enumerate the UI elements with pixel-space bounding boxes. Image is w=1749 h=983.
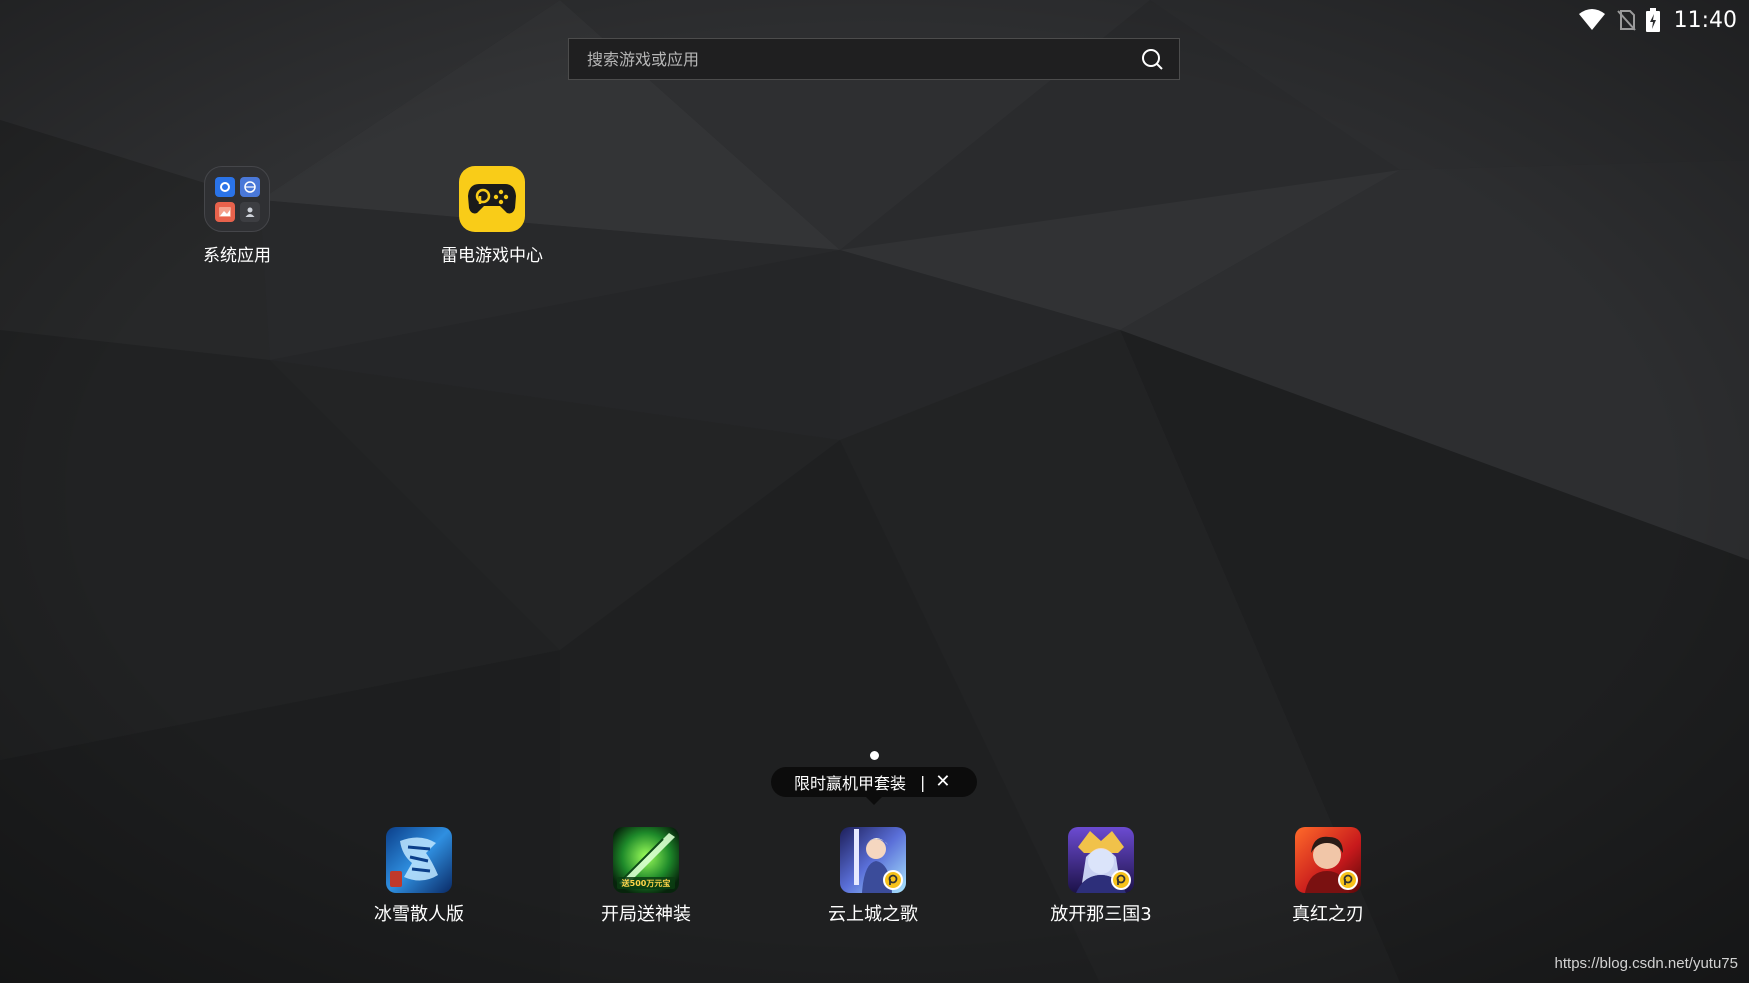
page-indicator-dot — [870, 751, 879, 760]
leidian-game-center-app[interactable]: 雷电游戏中心 — [422, 166, 562, 266]
leidian-badge-icon — [1111, 870, 1131, 890]
wifi-icon — [1578, 9, 1606, 31]
game-icon-zhenhong — [1295, 827, 1361, 893]
app-label: 雷电游戏中心 — [441, 246, 543, 266]
app-label: 放开那三国3 — [1050, 904, 1152, 925]
promo-tooltip-separator: | — [920, 772, 926, 792]
game-icon-kaiju: 送500万元宝 — [613, 827, 679, 893]
game-icon-bingxue — [386, 827, 452, 893]
app-label: 开局送神装 — [601, 904, 691, 925]
game-icon-yunshang — [840, 827, 906, 893]
icon-caption: 送500万元宝 — [621, 879, 671, 888]
dock-app-yunshang[interactable]: 云上城之歌 — [798, 827, 948, 926]
search-input[interactable] — [569, 38, 1125, 80]
battery-charging-icon — [1645, 8, 1660, 32]
dock-app-bingxue[interactable]: 冰雪散人版 — [344, 827, 494, 926]
app-label: 系统应用 — [203, 246, 271, 266]
dock-app-kaiju[interactable]: 送500万元宝 开局送神装 — [571, 827, 721, 926]
promo-tooltip-text: 限时赢机甲套装 — [794, 774, 907, 793]
search-icon[interactable] — [1125, 39, 1179, 79]
close-icon[interactable]: ✕ — [935, 773, 950, 791]
system-apps-folder[interactable]: 系统应用 — [167, 166, 307, 266]
folder-icon — [204, 166, 270, 232]
search-bar — [568, 38, 1180, 80]
app-label: 冰雪散人版 — [374, 904, 464, 925]
no-sim-icon — [1616, 9, 1636, 31]
browser-mini-icon — [239, 176, 260, 197]
dock-app-sanguo[interactable]: 放开那三国3 — [1026, 827, 1176, 926]
settings-mini-icon — [214, 176, 235, 197]
leidian-badge-icon — [1338, 870, 1358, 890]
contacts-mini-icon — [239, 201, 260, 222]
gallery-mini-icon — [214, 201, 235, 222]
status-bar: 11:40 — [1578, 0, 1737, 40]
leidian-badge-icon — [883, 870, 903, 890]
app-label: 真红之刃 — [1292, 904, 1364, 925]
game-icon-sanguo — [1068, 827, 1134, 893]
app-label: 云上城之歌 — [828, 904, 918, 925]
watermark-url: https://blog.csdn.net/yutu75 — [1554, 955, 1738, 972]
status-clock: 11:40 — [1673, 7, 1737, 33]
dock-app-zhenhong[interactable]: 真红之刃 — [1253, 827, 1403, 926]
gamepad-icon — [459, 166, 525, 232]
promo-tooltip: 限时赢机甲套装 | ✕ — [771, 767, 977, 805]
